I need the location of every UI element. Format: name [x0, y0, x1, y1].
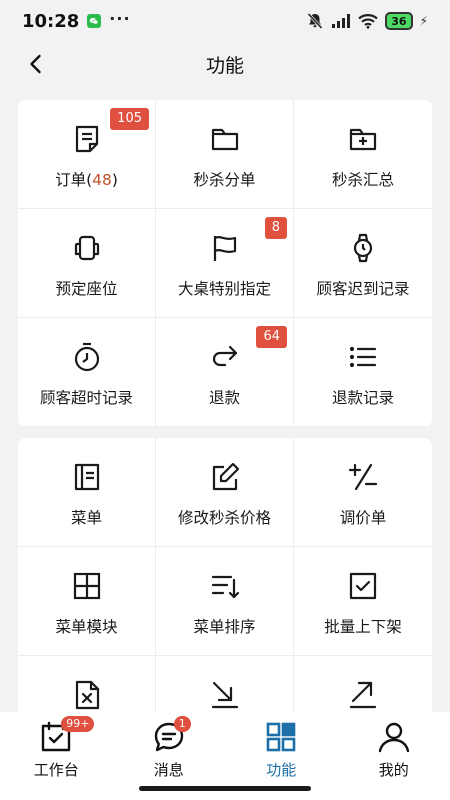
status-right: 36 ⚡ [306, 12, 428, 30]
tab-label: 我的 [378, 761, 409, 779]
tab-workbench[interactable]: 99+ 工作台 [0, 712, 113, 800]
flag-icon [208, 231, 242, 265]
status-bar: 10:28 ··· 36 ⚡ [0, 0, 450, 42]
function-card-menu: 菜单 修改秒杀价格 调价单 菜单模块 菜单排序 批量上下架 [18, 438, 432, 718]
arrow-down-right-icon [208, 678, 242, 712]
grid-item-label: 订单(48) [55, 171, 118, 189]
grid-item-export[interactable] [294, 656, 432, 718]
tab-label: 工作台 [33, 761, 79, 779]
grid-item-label: 菜单 [70, 509, 102, 527]
grid-item-refund[interactable]: 退款 64 [156, 318, 294, 427]
more-notifications-icon: ··· [109, 8, 131, 28]
grid-item-label: 秒杀分单 [193, 171, 256, 189]
order-count: 48 [92, 171, 112, 189]
sort-icon [208, 569, 242, 603]
grid-item-label: 顾客超时记录 [39, 389, 133, 407]
grid-item-menu[interactable]: 菜单 [18, 438, 156, 547]
battery-indicator: 36 [385, 12, 413, 30]
charging-icon: ⚡ [419, 14, 428, 28]
order-icon [70, 122, 104, 156]
mute-bell-icon [307, 12, 323, 30]
checkbox-icon [346, 569, 380, 603]
grid-item-menu-sort[interactable]: 菜单排序 [156, 547, 294, 656]
menu-book-icon [70, 460, 104, 494]
back-button[interactable] [22, 50, 50, 78]
refund-badge: 64 [256, 326, 287, 348]
grid-item-label: 退款 [208, 389, 240, 407]
grid-item-import[interactable] [156, 656, 294, 718]
plus-minus-icon [346, 460, 380, 494]
status-left: 10:28 ··· [22, 8, 131, 32]
tab-label: 功能 [266, 761, 297, 779]
grid-item-late-record[interactable]: 顾客迟到记录 [294, 209, 432, 318]
home-indicator[interactable] [139, 786, 311, 791]
grid-icon [70, 569, 104, 603]
edit-icon [208, 460, 242, 494]
workbench-badge: 99+ [61, 716, 95, 732]
grid-item-menu-module[interactable]: 菜单模块 [18, 547, 156, 656]
grid-item-flash-summary[interactable]: 秒杀汇总 [294, 100, 432, 209]
list-icon [346, 340, 380, 374]
stopwatch-icon [70, 340, 104, 374]
grid-item-label: 批量上下架 [324, 618, 402, 636]
tab-profile[interactable]: 我的 [338, 712, 450, 800]
signal-icon [332, 14, 351, 28]
status-time: 10:28 [22, 10, 80, 32]
grid-item-large-table[interactable]: 大桌特别指定 8 [156, 209, 294, 318]
seat-icon [70, 231, 104, 265]
grid-item-label: 菜单模块 [55, 618, 118, 636]
messages-badge: 1 [173, 716, 191, 732]
chevron-left-icon [30, 54, 41, 74]
function-grid: 菜单 修改秒杀价格 调价单 菜单模块 菜单排序 批量上下架 [18, 438, 432, 718]
wechat-notification-icon [87, 14, 102, 28]
folder-add-icon [346, 122, 380, 156]
watch-icon [346, 231, 380, 265]
grid-item-price-adjust[interactable]: 调价单 [294, 438, 432, 547]
folder-icon [208, 122, 242, 156]
grid-item-label: 退款记录 [331, 389, 394, 407]
grid-item-label: 菜单排序 [193, 618, 256, 636]
grid-item-label: 大桌特别指定 [177, 280, 271, 298]
grid-item-overtime-record[interactable]: 顾客超时记录 [18, 318, 156, 427]
page-header: 功能 [0, 42, 450, 86]
apps-icon [264, 720, 298, 754]
grid-item-edit-flash-price[interactable]: 修改秒杀价格 [156, 438, 294, 547]
function-grid: 订单(48) 105 秒杀分单 秒杀汇总 预定座位 大桌特别指定 8 顾客迟到记… [18, 100, 432, 427]
arrow-up-right-icon [346, 678, 380, 712]
grid-item-file-remove[interactable] [18, 656, 156, 718]
tab-label: 消息 [153, 761, 184, 779]
page-title: 功能 [205, 54, 244, 77]
grid-item-reserve-seat[interactable]: 预定座位 [18, 209, 156, 318]
grid-item-order[interactable]: 订单(48) 105 [18, 100, 156, 209]
grid-item-label: 调价单 [339, 509, 387, 527]
file-x-icon [70, 678, 104, 712]
grid-item-label: 秒杀汇总 [331, 171, 394, 189]
order-badge: 105 [110, 108, 149, 130]
grid-item-batch-shelf[interactable]: 批量上下架 [294, 547, 432, 656]
user-icon [377, 720, 411, 754]
grid-item-flash-split[interactable]: 秒杀分单 [156, 100, 294, 209]
function-card-orders: 订单(48) 105 秒杀分单 秒杀汇总 预定座位 大桌特别指定 8 顾客迟到记… [18, 100, 432, 427]
wifi-icon [358, 14, 378, 29]
grid-item-label: 修改秒杀价格 [177, 509, 271, 527]
large-table-badge: 8 [264, 217, 287, 239]
grid-item-refund-record[interactable]: 退款记录 [294, 318, 432, 427]
workbench-icon: 99+ [39, 716, 95, 754]
message-icon: 1 [152, 716, 191, 754]
redo-arrow-icon [208, 340, 242, 374]
grid-item-label: 顾客迟到记录 [316, 280, 410, 298]
grid-item-label: 预定座位 [55, 280, 118, 298]
